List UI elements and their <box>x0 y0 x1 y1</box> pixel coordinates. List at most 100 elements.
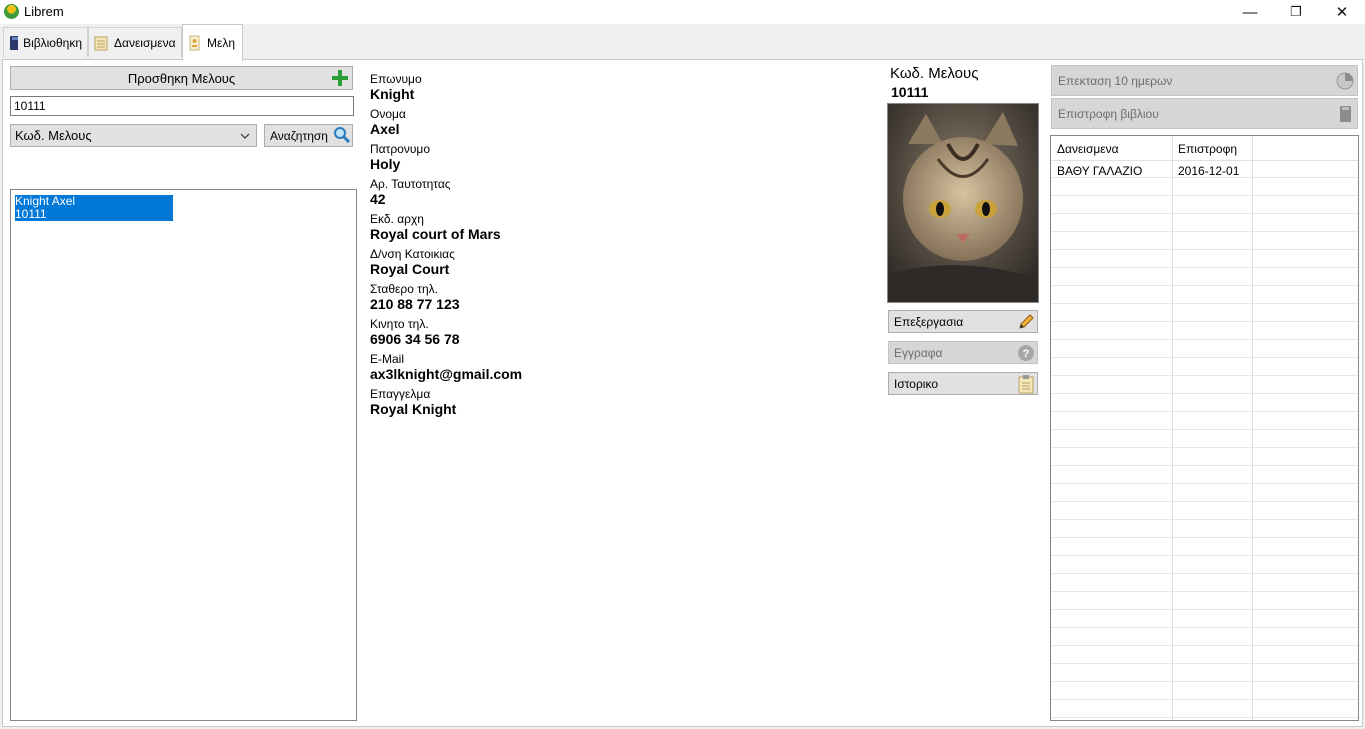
member-details: Επωνυμο Knight Ονομα Axel Πατρονυμο Holy Αρ… <box>370 72 770 422</box>
close-button[interactable]: ✕ <box>1319 0 1365 24</box>
list-item[interactable]: Knight Axel 10111 <box>15 195 173 221</box>
history-button[interactable]: Ιστορικο <box>888 372 1038 395</box>
close-icon: ✕ <box>1335 4 1349 21</box>
history-button-label: Ιστορικο <box>894 376 939 391</box>
table-row <box>1051 610 1358 628</box>
title-bar <box>0 0 1365 24</box>
search-field-select[interactable]: Κωδ. Μελους <box>10 124 257 147</box>
table-row <box>1051 394 1358 412</box>
search-button[interactable]: Αναζητηση <box>264 124 353 147</box>
table-row <box>1051 286 1358 304</box>
table-row <box>1051 412 1358 430</box>
search-input[interactable] <box>10 96 354 116</box>
search-button-label: Αναζητηση <box>270 128 328 143</box>
table-row <box>1051 250 1358 268</box>
tab-loans[interactable]: Δανεισμενα <box>88 27 182 57</box>
table-row <box>1051 214 1358 232</box>
edit-member-button[interactable]: Επεξεργασια <box>888 310 1038 333</box>
clipboard-icon <box>1018 375 1034 394</box>
table-row <box>1051 520 1358 538</box>
table-row <box>1051 718 1358 720</box>
window-title: Librem <box>24 4 64 19</box>
tab-loans-label: Δανεισμενα <box>114 35 176 50</box>
column-header-return[interactable]: Επιστροφη <box>1178 142 1237 156</box>
loans-grid[interactable]: Δανεισμενα Επιστροφη ΒΑΘΥ ΓΑΛΑΖΙΟ 2016-1… <box>1050 135 1359 721</box>
tab-library-label: Βιβλιοθηκη <box>23 35 82 50</box>
table-row <box>1051 646 1358 664</box>
table-row <box>1051 700 1358 718</box>
member-photo <box>887 103 1039 303</box>
restore-button[interactable]: ❐ <box>1273 0 1319 24</box>
detail-label: Κινητο τηλ. <box>370 317 429 331</box>
pie-clock-icon <box>1336 72 1354 90</box>
detail-label: Επωνυμο <box>370 72 422 86</box>
search-field-value: Κωδ. Μελους <box>15 128 92 143</box>
edit-button-label: Επεξεργασια <box>894 314 964 329</box>
detail-label: Εκδ. αρχη <box>370 212 424 226</box>
detail-label: Αρ. Ταυτοτητας <box>370 177 451 191</box>
grid-rows <box>1051 160 1358 720</box>
return-button-label: Επιστροφη βιβλιου <box>1058 106 1159 121</box>
detail-label: E-Mail <box>370 352 405 366</box>
add-member-button[interactable]: Προσθηκη Μελους <box>10 66 353 90</box>
grid-header: Δανεισμενα Επιστροφη <box>1051 136 1358 161</box>
table-row <box>1051 340 1358 358</box>
table-row <box>1051 502 1358 520</box>
detail-value: 210 88 77 123 <box>370 296 460 312</box>
member-code-value: 10111 <box>891 84 929 100</box>
member-code-label: Κωδ. Μελους <box>890 65 979 82</box>
return-book-button[interactable]: Επιστροφη βιβλιου <box>1051 98 1358 129</box>
tab-members-label: Μελη <box>207 36 236 50</box>
detail-label: Σταθερο τηλ. <box>370 282 438 296</box>
app-logo-icon <box>4 4 19 19</box>
detail-label: Επαγγελμα <box>370 387 431 401</box>
detail-value: Knight <box>370 86 415 102</box>
minimize-button[interactable]: — <box>1227 0 1273 24</box>
detail-value: Axel <box>370 121 400 137</box>
table-row <box>1051 448 1358 466</box>
tab-members[interactable]: Μελη <box>182 24 243 61</box>
svg-text:?: ? <box>1023 348 1030 360</box>
chevron-down-icon <box>240 133 250 139</box>
plus-icon <box>332 70 348 86</box>
detail-value: Royal Knight <box>370 401 457 417</box>
book-icon <box>10 35 19 50</box>
search-icon <box>334 127 351 144</box>
table-row <box>1051 556 1358 574</box>
restore-icon: ❐ <box>1290 4 1302 19</box>
column-header-loans[interactable]: Δανεισμενα <box>1057 142 1119 156</box>
notepad-icon <box>94 36 108 50</box>
table-row <box>1051 268 1358 286</box>
table-row <box>1051 232 1358 250</box>
table-row <box>1051 628 1358 646</box>
detail-value: 6906 34 56 78 <box>370 331 460 347</box>
detail-value: 42 <box>370 191 386 207</box>
detail-value: Royal Court <box>370 261 450 277</box>
table-row <box>1051 358 1358 376</box>
detail-value: Royal court of Mars <box>370 226 501 242</box>
member-results-list[interactable]: Knight Axel 10111 <box>10 189 357 721</box>
cat-photo-icon <box>888 104 1038 302</box>
table-row <box>1051 304 1358 322</box>
table-row <box>1051 484 1358 502</box>
book-icon <box>1340 106 1351 122</box>
id-card-icon <box>189 35 200 51</box>
table-row <box>1051 376 1358 394</box>
detail-label: Δ/νση Κατοικιας <box>370 247 455 261</box>
table-row <box>1051 682 1358 700</box>
add-member-label: Προσθηκη Μελους <box>127 70 236 86</box>
table-row <box>1051 196 1358 214</box>
tab-library[interactable]: Βιβλιοθηκη <box>3 27 88 57</box>
documents-button-label: Εγγραφα <box>894 345 943 360</box>
detail-value: Holy <box>370 156 401 172</box>
documents-button[interactable]: Εγγραφα ? <box>888 341 1038 364</box>
pencil-icon <box>1019 314 1034 329</box>
result-code: 10111 <box>15 207 47 221</box>
table-row <box>1051 322 1358 340</box>
table-row <box>1051 160 1358 178</box>
table-row <box>1051 430 1358 448</box>
extend-10-days-button[interactable]: Επεκταση 10 ημερων <box>1051 65 1358 96</box>
table-row <box>1051 592 1358 610</box>
detail-value: ax3lknight@gmail.com <box>370 366 523 382</box>
table-row <box>1051 466 1358 484</box>
